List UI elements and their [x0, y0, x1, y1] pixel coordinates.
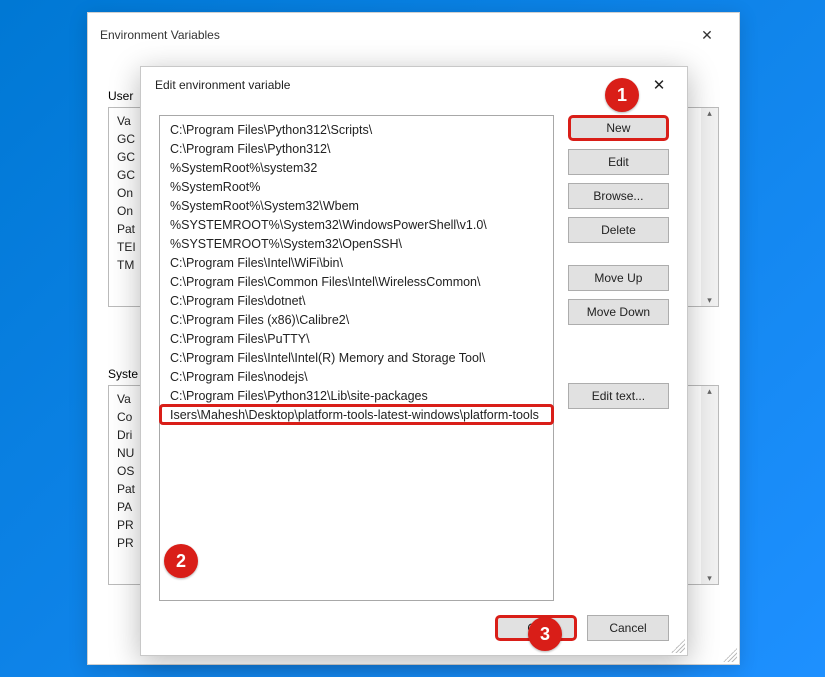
path-listbox[interactable]: C:\Program Files\Python312\Scripts\C:\Pr… [159, 115, 554, 601]
path-item[interactable]: C:\Program Files\Intel\WiFi\bin\ [160, 253, 553, 272]
path-item[interactable]: C:\Program Files\dotnet\ [160, 291, 553, 310]
path-item[interactable]: C:\Program Files\Common Files\Intel\Wire… [160, 272, 553, 291]
move-down-button[interactable]: Move Down [568, 299, 669, 325]
env-vars-title: Environment Variables [100, 28, 220, 42]
path-item[interactable]: Isers\Mahesh\Desktop\platform-tools-late… [160, 405, 553, 424]
path-item[interactable]: %SYSTEMROOT%\System32\OpenSSH\ [160, 234, 553, 253]
new-button[interactable]: New [568, 115, 669, 141]
path-item[interactable]: C:\Program Files\Python312\Lib\site-pack… [160, 386, 553, 405]
path-item[interactable]: %SystemRoot%\System32\Wbem [160, 196, 553, 215]
path-item[interactable]: %SYSTEMROOT%\System32\WindowsPowerShell\… [160, 215, 553, 234]
path-item[interactable]: C:\Program Files\Python312\ [160, 139, 553, 158]
close-icon[interactable]: ✕ [687, 21, 727, 49]
path-item[interactable]: C:\Program Files\PuTTY\ [160, 329, 553, 348]
delete-button[interactable]: Delete [568, 217, 669, 243]
side-button-column: New Edit Browse... Delete Move Up Move D… [568, 115, 669, 605]
dialog-footer: OK Cancel [141, 605, 687, 655]
close-icon[interactable]: ✕ [639, 72, 679, 98]
edit-text-button[interactable]: Edit text... [568, 383, 669, 409]
resize-grip[interactable] [723, 648, 737, 662]
edit-button[interactable]: Edit [568, 149, 669, 175]
annotation-step-3: 3 [528, 617, 562, 651]
scrollbar[interactable] [701, 386, 718, 584]
move-up-button[interactable]: Move Up [568, 265, 669, 291]
cancel-button[interactable]: Cancel [587, 615, 669, 641]
env-vars-titlebar: Environment Variables ✕ [88, 13, 739, 57]
path-item[interactable]: %SystemRoot% [160, 177, 553, 196]
annotation-step-2: 2 [164, 544, 198, 578]
path-item[interactable]: C:\Program Files\Python312\Scripts\ [160, 120, 553, 139]
path-item[interactable]: %SystemRoot%\system32 [160, 158, 553, 177]
edit-env-title: Edit environment variable [155, 78, 290, 92]
edit-env-var-dialog: Edit environment variable ✕ C:\Program F… [140, 66, 688, 656]
path-item[interactable]: C:\Program Files (x86)\Calibre2\ [160, 310, 553, 329]
path-item[interactable]: C:\Program Files\Intel\Intel(R) Memory a… [160, 348, 553, 367]
path-item[interactable]: C:\Program Files\nodejs\ [160, 367, 553, 386]
resize-grip[interactable] [671, 639, 685, 653]
browse-button[interactable]: Browse... [568, 183, 669, 209]
scrollbar[interactable] [701, 108, 718, 306]
annotation-step-1: 1 [605, 78, 639, 112]
